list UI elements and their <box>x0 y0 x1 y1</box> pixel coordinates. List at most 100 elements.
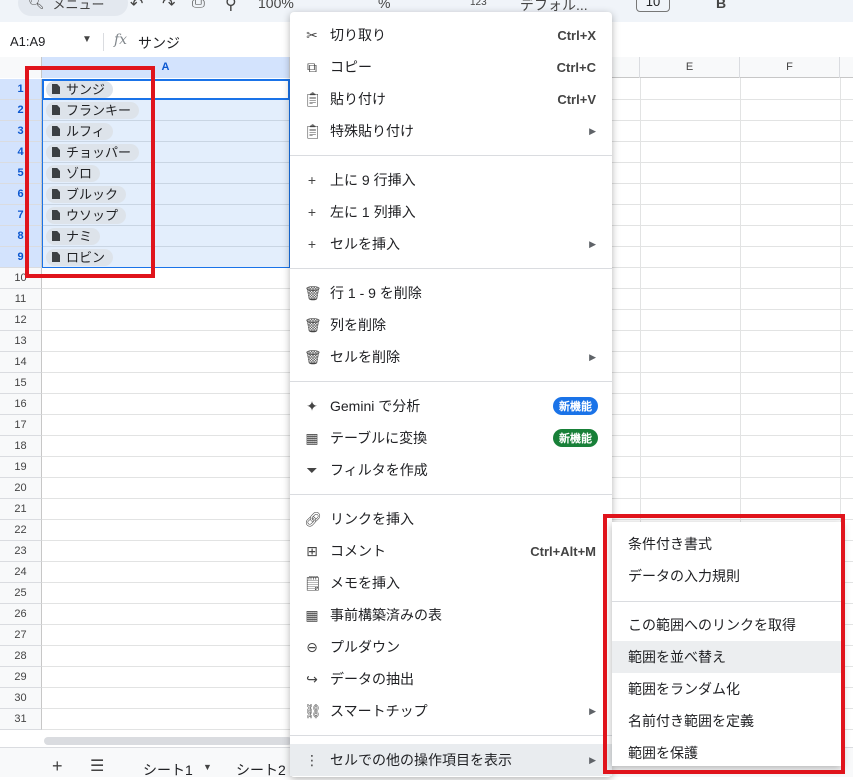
row-header[interactable]: 29 <box>0 667 42 688</box>
menu-item-insert-link[interactable]: 🔗︎ リンクを挿入 <box>290 503 612 535</box>
menu-search[interactable]: 🔍︎ メニュー <box>18 0 128 16</box>
divider <box>290 268 612 269</box>
submenu-arrow-icon: ▶ <box>589 351 596 362</box>
column-header-e[interactable]: E <box>640 57 740 78</box>
menu-item-cut[interactable]: ✂ 切り取り Ctrl+X <box>290 19 612 51</box>
scissors-icon: ✂ <box>306 26 318 43</box>
menu-item-paste-special[interactable]: 📋︎ 特殊貼り付け ▶ <box>290 115 612 147</box>
chevron-down-icon[interactable]: ▼ <box>82 34 92 45</box>
row-header[interactable]: 16 <box>0 394 42 415</box>
menu-item-comment[interactable]: ⊞ コメント Ctrl+Alt+M <box>290 535 612 567</box>
row-header[interactable]: 14 <box>0 352 42 373</box>
row-header[interactable]: 28 <box>0 646 42 667</box>
menu-item-create-filter[interactable]: ⏷ フィルタを作成 <box>290 454 612 486</box>
add-sheet-icon[interactable]: + <box>52 756 63 777</box>
divider <box>290 735 612 736</box>
menu-item-dropdown[interactable]: ⊖ プルダウン <box>290 631 612 663</box>
menu-item-label: コメント <box>330 543 386 559</box>
context-menu: ✂ 切り取り Ctrl+X ⧉ コピー Ctrl+C 📋︎ 貼り付け Ctrl+V 📋︎ 特殊… <box>290 12 612 777</box>
row-header[interactable]: 21 <box>0 499 42 520</box>
menu-item-label: 事前構築済みの表 <box>330 607 442 623</box>
sheet-tab-1[interactable]: シート1 <box>143 760 193 780</box>
bold-button[interactable]: B <box>716 0 726 11</box>
row-header[interactable]: 15 <box>0 373 42 394</box>
menu-item-delete-column[interactable]: 🗑︎ 列を削除 <box>290 309 612 341</box>
menu-item-data-extraction[interactable]: ↪ データの抽出 <box>290 663 612 695</box>
row-header[interactable]: 25 <box>0 583 42 604</box>
search-icon: 🔍︎ <box>28 0 45 10</box>
menu-item-insert-column[interactable]: + 左に 1 列挿入 <box>290 196 612 228</box>
row-header[interactable]: 23 <box>0 541 42 562</box>
row-header[interactable]: 22 <box>0 520 42 541</box>
menu-item-label: データの抽出 <box>330 671 414 687</box>
trash-icon: 🗑︎ <box>304 284 322 301</box>
more-vert-icon: ⋮ <box>305 751 319 768</box>
menu-item-prebuilt-table[interactable]: ▦ 事前構築済みの表 <box>290 599 612 631</box>
menu-item-delete-cells[interactable]: 🗑︎ セルを削除 ▶ <box>290 341 612 373</box>
note-icon: 🗒︎ <box>304 574 322 591</box>
divider <box>290 494 612 495</box>
extract-icon: ↪ <box>306 670 318 687</box>
formula-input[interactable]: サンジ <box>138 33 180 53</box>
row-header[interactable]: 17 <box>0 415 42 436</box>
menu-item-label: Gemini で分析 <box>330 398 421 414</box>
trash-icon: 🗑︎ <box>304 348 322 365</box>
fx-icon: fx <box>114 32 128 48</box>
percent-format-button[interactable]: % <box>378 0 390 11</box>
menu-item-label: スマートチップ <box>330 703 428 719</box>
plus-icon: + <box>307 172 317 188</box>
menu-item-insert-cells[interactable]: + セルを挿入 ▶ <box>290 228 612 260</box>
menu-item-copy[interactable]: ⧉ コピー Ctrl+C <box>290 51 612 83</box>
clipboard-icon: 📋︎ <box>304 122 322 139</box>
menu-item-label: コピー <box>330 59 372 75</box>
row-header[interactable]: 11 <box>0 289 42 310</box>
row-header[interactable]: 20 <box>0 478 42 499</box>
number-format-button[interactable]: 123 <box>470 0 487 8</box>
undo-icon[interactable]: ↶ <box>130 0 143 14</box>
menu-item-convert-table[interactable]: ▦ テーブルに変換 新機能 <box>290 422 612 454</box>
highlight-box-chips <box>25 66 155 278</box>
highlight-box-submenu <box>603 514 845 774</box>
zoom-select[interactable]: 100% <box>258 0 294 11</box>
sheet-tab-2[interactable]: シート2 <box>236 760 286 780</box>
row-header[interactable]: 26 <box>0 604 42 625</box>
row-header[interactable]: 19 <box>0 457 42 478</box>
filter-icon: ⏷ <box>306 461 318 478</box>
name-box[interactable]: A1:A9 <box>10 34 45 49</box>
row-header[interactable]: 24 <box>0 562 42 583</box>
menu-item-label: リンクを挿入 <box>330 511 414 527</box>
row-header[interactable]: 18 <box>0 436 42 457</box>
row-header[interactable]: 27 <box>0 625 42 646</box>
menu-item-label: 貼り付け <box>330 91 386 107</box>
menu-item-label: 切り取り <box>330 27 386 43</box>
column-header-f[interactable]: F <box>740 57 840 78</box>
row-header[interactable]: 31 <box>0 709 42 730</box>
font-size-input[interactable]: 10 <box>636 0 670 12</box>
chevron-down-icon[interactable]: ▼ <box>203 762 212 772</box>
submenu-arrow-icon: ▶ <box>589 754 596 765</box>
all-sheets-icon[interactable]: ☰ <box>90 756 104 776</box>
menu-item-more-actions[interactable]: ⋮ セルでの他の操作項目を表示 ▶ <box>290 744 612 776</box>
submenu-arrow-icon: ▶ <box>589 125 596 136</box>
menu-item-insert-note[interactable]: 🗒︎ メモを挿入 <box>290 567 612 599</box>
menu-item-paste[interactable]: 📋︎ 貼り付け Ctrl+V <box>290 83 612 115</box>
link-icon: 🔗︎ <box>304 510 322 527</box>
horizontal-scrollbar[interactable] <box>44 737 292 745</box>
submenu-arrow-icon: ▶ <box>589 705 596 716</box>
row-header[interactable]: 12 <box>0 310 42 331</box>
paint-format-icon[interactable]: ⚲ <box>225 0 237 14</box>
row-header[interactable]: 30 <box>0 688 42 709</box>
sparkle-icon: ✦ <box>306 397 318 414</box>
menu-item-label: 上に 9 行挿入 <box>330 172 416 188</box>
menu-item-insert-rows[interactable]: + 上に 9 行挿入 <box>290 164 612 196</box>
new-badge: 新機能 <box>553 429 598 447</box>
menu-item-smart-chip[interactable]: ⛓ スマートチップ ▶ <box>290 695 612 727</box>
redo-icon[interactable]: ↷ <box>162 0 175 14</box>
menu-item-gemini[interactable]: ✦ Gemini で分析 新機能 <box>290 390 612 422</box>
row-header[interactable]: 13 <box>0 331 42 352</box>
menu-item-label: 特殊貼り付け <box>330 123 414 139</box>
menu-item-label: 列を削除 <box>330 317 386 333</box>
menu-item-label: 行 1 - 9 を削除 <box>330 285 422 301</box>
menu-item-delete-rows[interactable]: 🗑︎ 行 1 - 9 を削除 <box>290 277 612 309</box>
print-icon[interactable]: ⎙ <box>192 0 205 12</box>
